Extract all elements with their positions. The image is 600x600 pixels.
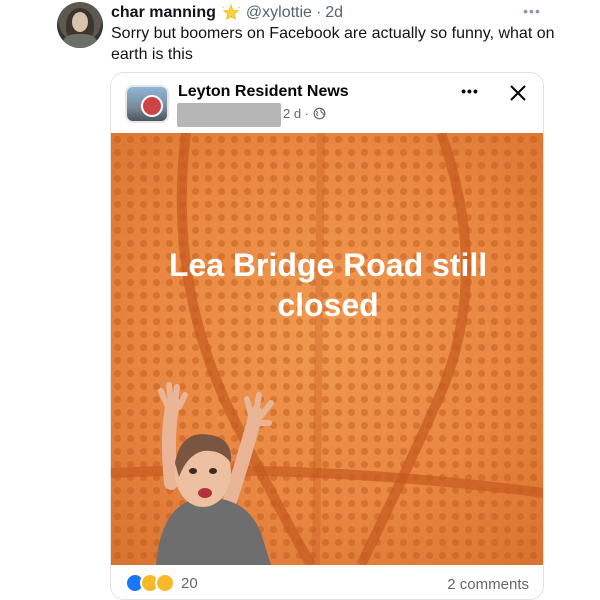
comments-count: 2 comments	[447, 576, 529, 593]
tweet-text: Sorry but boomers on Facebook are actual…	[111, 25, 555, 63]
avatar-figure	[156, 382, 274, 565]
globe-icon	[313, 107, 326, 120]
page-name: Leyton Resident News	[178, 83, 349, 100]
close-icon	[510, 85, 526, 101]
reaction-icons	[125, 573, 175, 593]
post-meta: 2 d ·	[283, 106, 326, 121]
post-image: Lea Bridge Road still closed	[111, 133, 543, 565]
tweet-more-icon[interactable]: •••	[520, 1, 544, 21]
page-avatar	[125, 85, 169, 123]
user-avatar[interactable]	[57, 2, 103, 48]
tweet-timestamp[interactable]: 2d	[325, 4, 343, 22]
reaction-count: 20	[181, 574, 198, 592]
separator-dot: ·	[315, 4, 322, 21]
wow-icon	[155, 573, 175, 593]
page-avatar-badge	[141, 95, 163, 117]
avatar-body	[63, 34, 97, 48]
post-time: 2 d ·	[283, 106, 310, 121]
redacted-block	[177, 103, 281, 127]
embedded-image-card[interactable]: Leyton Resident News 2 d · ••• Lea Bridg…	[110, 72, 544, 600]
avatar-face	[72, 12, 88, 32]
display-name[interactable]: char manning	[111, 4, 216, 22]
reactions-row[interactable]: 20	[125, 573, 198, 593]
tweet-header: char manning @xylottie · 2d	[111, 3, 343, 23]
glowing-star-emoji-icon	[222, 4, 240, 22]
user-handle[interactable]: @xylottie	[246, 4, 312, 22]
post-more-icon: •••	[461, 83, 479, 99]
